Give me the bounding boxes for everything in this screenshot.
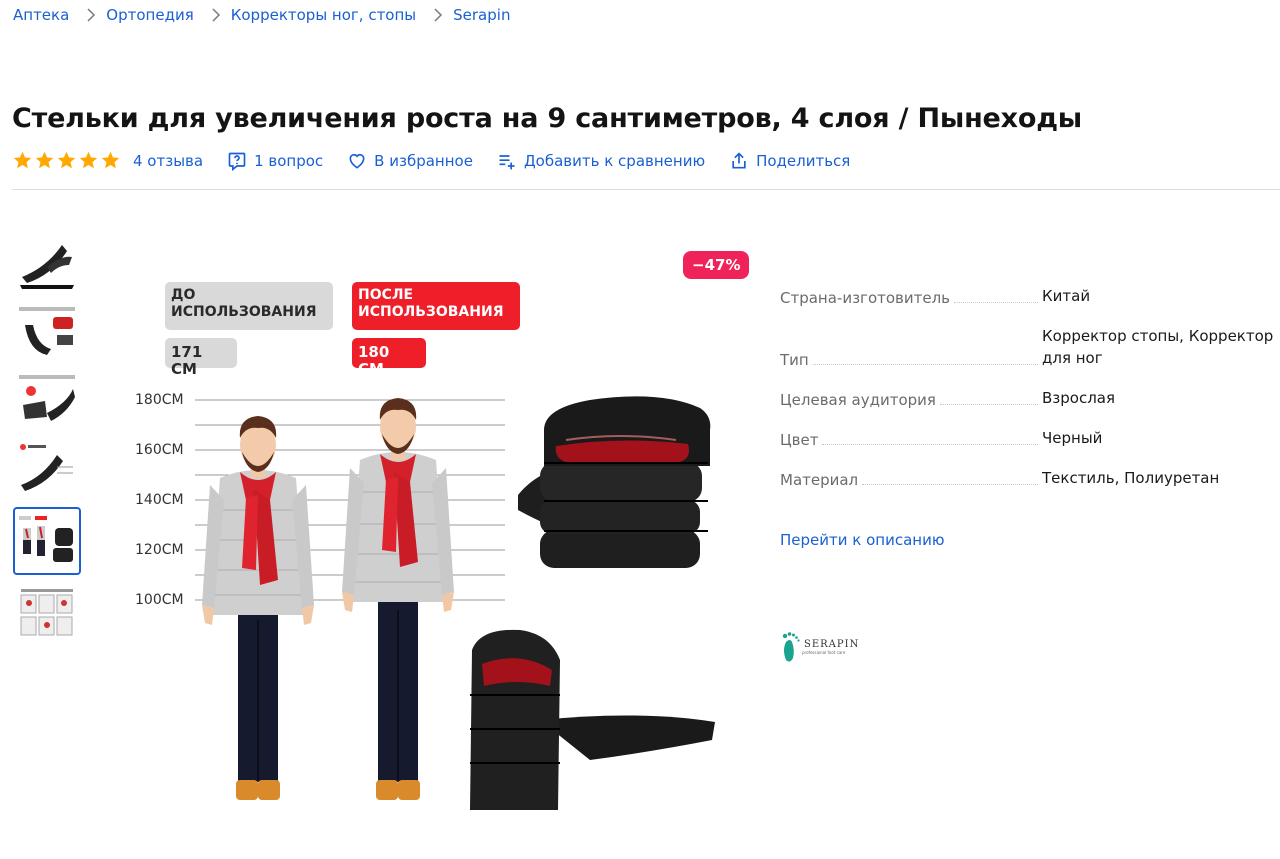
scale-label: 140CM [135,492,184,508]
reviews-link[interactable]: 4 отзыва [133,152,203,170]
heart-icon [349,153,365,169]
spec-value: Текстиль, Полиуретан [1042,469,1220,487]
spec-key: Тип [780,351,809,369]
spec-row-type: Тип Корректор стопы, Корректор для ног [780,325,1275,369]
scale-label: 100CM [135,592,184,608]
chevron-right-icon [212,8,221,22]
brand-name: SERAPIN [804,639,860,650]
insole-stack-bottom [470,629,715,810]
insole-thumbnail-icon [19,307,75,355]
brand-tagline: professional foot care [802,650,846,655]
breadcrumb: Аптека Ортопедия Корректоры ног, стопы S… [13,6,510,24]
compare-label: Добавить к сравнению [523,151,706,170]
star-icon [79,151,98,169]
breadcrumb-item-correctors[interactable]: Корректоры ног, стопы [231,6,416,24]
compare-button[interactable]: Добавить к сравнению [497,151,705,171]
spec-value: Взрослая [1042,389,1116,407]
spec-row-audience: Целевая аудитория Взрослая [780,387,1275,409]
thumbnail-item[interactable] [13,439,81,497]
share-button[interactable]: Поделиться [729,151,850,171]
spec-value: Черный [1042,429,1103,447]
thumbnail-item-active[interactable] [13,507,81,575]
instructions-thumbnail-icon [20,589,73,636]
person-before [202,416,314,800]
go-to-description-link[interactable]: Перейти к описанию [780,531,944,549]
product-specs: Страна-изготовитель Китай Тип Корректор … [780,285,1275,507]
spec-key: Цвет [780,431,819,449]
spec-row-color: Цвет Черный [780,427,1275,449]
spec-key: Целевая аудитория [780,391,936,409]
spec-value: Китай [1042,287,1091,305]
scale-label: 120CM [135,542,184,558]
product-actions: 4 отзыва 1 вопрос В избранное Добавить к… [12,150,874,171]
thumbnail-item[interactable] [13,371,81,429]
breadcrumb-item-orthopedics[interactable]: Ортопедия [106,6,193,24]
question-label: 1 вопрос [254,151,324,170]
star-icon [13,151,32,169]
insole-thumbnail-icon [20,444,73,491]
person-after [342,398,454,800]
insole-thumbnail-icon [20,245,74,289]
thumbnail-item[interactable] [13,235,81,293]
breadcrumb-item-brand[interactable]: Serapin [453,6,510,24]
chevron-right-icon [87,8,96,22]
compare-list-icon [499,154,515,169]
insole-stack-top [518,396,711,568]
discount-badge: −47% [683,251,750,279]
insole-thumbnail-icon [19,375,75,421]
product-main-image[interactable] [120,240,760,840]
favorite-label: В избранное [374,151,473,170]
foot-logo-icon [782,632,800,662]
page-title: Стельки для увеличения роста на 9 сантим… [12,103,1083,134]
spec-value: Корректор стопы, Корректор для ног [1042,327,1274,367]
chevron-right-icon [434,8,443,22]
spec-key: Страна-изготовитель [780,289,951,307]
thumbnail-list [13,235,83,653]
after-label: ПОСЛЕ ИСПОЛЬЗОВАНИЯ [352,282,520,330]
breadcrumb-item-pharmacy[interactable]: Аптека [13,6,69,24]
star-icon [101,151,120,169]
scale-label: 160CM [135,442,184,458]
scale-label: 180CM [135,392,184,408]
before-height-label: 171 СМ [165,338,237,378]
brand-logo[interactable]: SERAPIN professional foot care [780,630,859,664]
header-divider [12,189,1280,190]
before-label: ДО ИСПОЛЬЗОВАНИЯ [165,282,333,330]
favorite-button[interactable]: В избранное [347,151,473,171]
thumbnail-item[interactable] [13,585,81,643]
star-icon [35,151,54,169]
share-icon [732,151,746,168]
after-height-label: 180 СМ [352,338,426,378]
rating-stars[interactable] [12,150,121,171]
star-icon [57,151,76,169]
before-after-illustration [195,396,715,810]
spec-row-country: Страна-изготовитель Китай [780,285,1275,307]
question-link[interactable]: 1 вопрос [227,151,323,171]
share-label: Поделиться [756,151,851,170]
before-after-thumbnail-icon [19,516,73,562]
thumbnail-item[interactable] [13,303,81,361]
question-icon [228,152,246,171]
spec-row-material: Материал Текстиль, Полиуретан [780,467,1275,489]
spec-key: Материал [780,471,859,489]
